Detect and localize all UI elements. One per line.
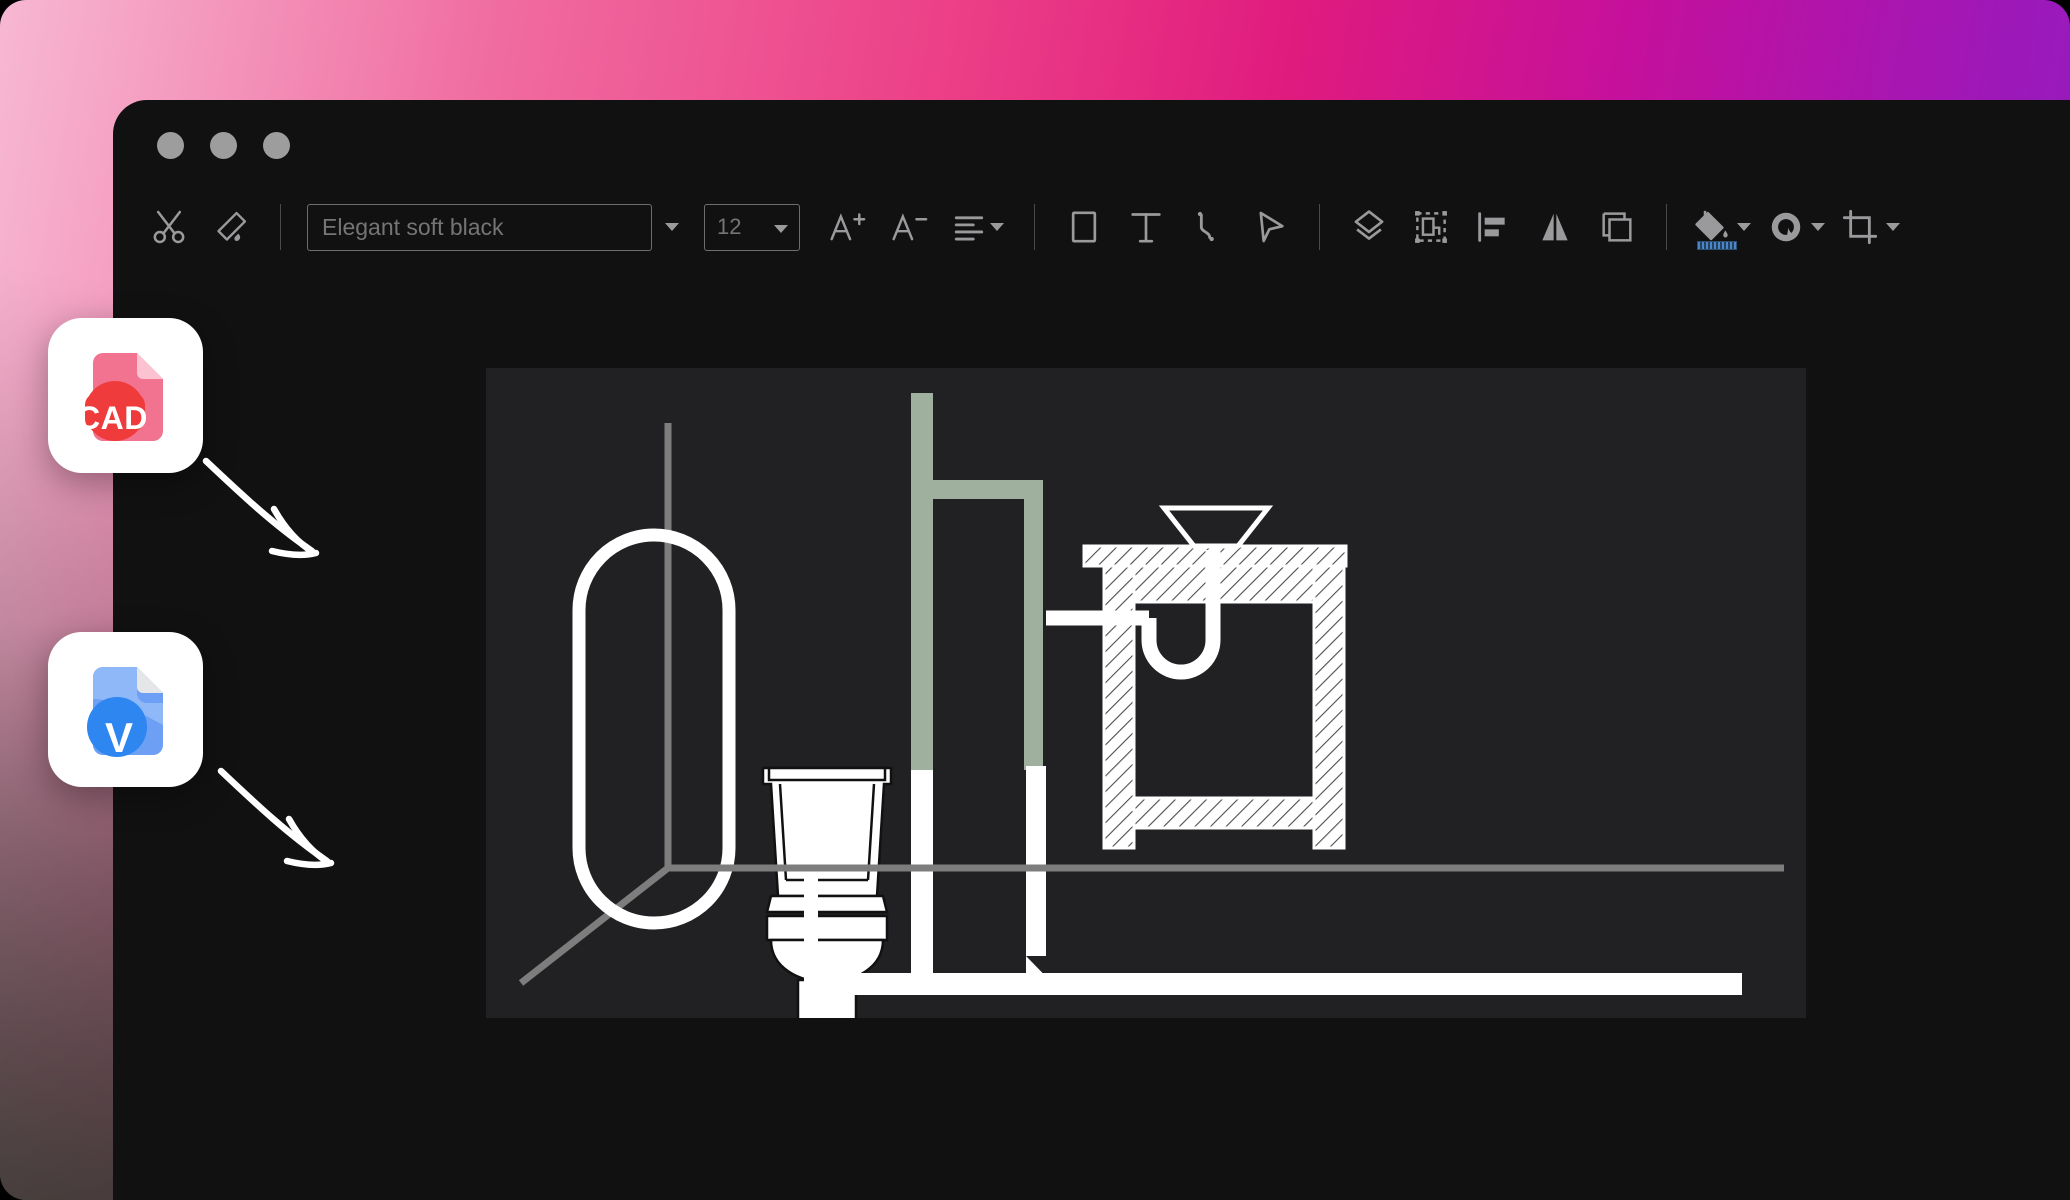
visio-badge-label: V [105,714,134,761]
select-tool-icon[interactable] [1239,196,1301,258]
cad-file-card[interactable]: CAD [48,318,203,473]
font-size-dropdown-icon[interactable] [774,224,788,233]
green-pipe-riser [911,393,1043,788]
font-name-dropdown-icon[interactable] [652,196,692,258]
toolbar-divider [280,204,281,250]
toolbar-divider [1319,204,1320,250]
cad-badge-label: CAD [77,400,148,436]
shape-fill-icon[interactable] [1759,196,1833,258]
funnel-basin [1158,505,1274,549]
traffic-lights [157,132,290,159]
toolbar-divider [1666,204,1667,250]
minimize-button[interactable] [210,132,237,159]
cut-icon[interactable] [138,196,200,258]
close-button[interactable] [157,132,184,159]
mirror-icon[interactable] [1524,196,1586,258]
font-size-input[interactable] [705,204,763,250]
rectangle-tool-icon[interactable] [1053,196,1115,258]
font-size-field[interactable] [704,203,800,251]
toolbar-divider [1034,204,1035,250]
cad-drawing [518,393,1784,1018]
visio-file-card[interactable]: V [48,632,203,787]
align-left-icon[interactable] [1462,196,1524,258]
font-name-input[interactable] [307,203,652,251]
decrease-font-size-icon[interactable] [878,196,940,258]
format-painter-icon[interactable] [200,196,262,258]
crop-icon[interactable] [1833,196,1907,258]
text-align-icon[interactable] [940,196,1016,258]
frame-icon[interactable] [1586,196,1648,258]
app-window [113,100,2070,1200]
titlebar [113,100,2070,184]
drawing-canvas[interactable] [486,368,1806,1018]
layers-icon[interactable] [1338,196,1400,258]
fill-color-swatch[interactable] [1697,241,1737,250]
group-objects-icon[interactable] [1400,196,1462,258]
increase-font-size-icon[interactable] [816,196,878,258]
polyline-tool-icon[interactable] [1177,196,1239,258]
maximize-button[interactable] [263,132,290,159]
fill-color-icon[interactable] [1685,196,1759,258]
toolbar [113,184,2070,270]
text-tool-icon[interactable] [1115,196,1177,258]
